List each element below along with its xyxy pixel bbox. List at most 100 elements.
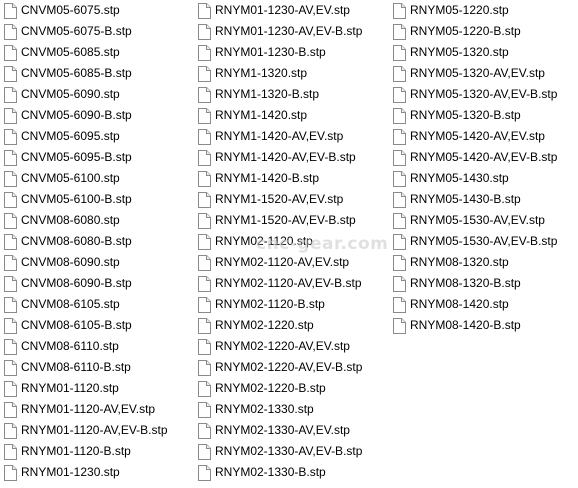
- file-name: RNYM02-1220.stp: [215, 318, 314, 332]
- file-item[interactable]: RNYM1-1420-B.stp: [198, 168, 362, 189]
- file-column-1: CNVM05-6075.stp CNVM05-6075-B.stp CNVM05-6…: [4, 0, 168, 483]
- file-name: RNYM02-1120-B.stp: [215, 297, 325, 311]
- file-item[interactable]: RNYM08-1320.stp: [393, 252, 557, 273]
- file-item[interactable]: RNYM1-1420-AV,EV-B.stp: [198, 147, 362, 168]
- file-name: RNYM05-1430-B.stp: [410, 192, 521, 206]
- file-item[interactable]: CNVM05-6085-B.stp: [4, 63, 168, 84]
- file-item[interactable]: CNVM05-6075-B.stp: [4, 21, 168, 42]
- file-item[interactable]: RNYM1-1420.stp: [198, 105, 362, 126]
- file-name: CNVM08-6080-B.stp: [21, 234, 132, 248]
- file-item[interactable]: CNVM08-6080-B.stp: [4, 231, 168, 252]
- file-item[interactable]: RNYM05-1320-AV,EV.stp: [393, 63, 557, 84]
- file-item[interactable]: RNYM05-1320-B.stp: [393, 105, 557, 126]
- file-item[interactable]: RNYM01-1120-AV,EV.stp: [4, 399, 168, 420]
- file-item[interactable]: CNVM05-6100-B.stp: [4, 189, 168, 210]
- file-item[interactable]: RNYM01-1230-AV,EV.stp: [198, 0, 362, 21]
- file-item[interactable]: RNYM05-1530-AV,EV.stp: [393, 210, 557, 231]
- file-icon: [4, 107, 17, 124]
- file-item[interactable]: RNYM02-1330-AV,EV-B.stp: [198, 441, 362, 462]
- file-icon: [393, 233, 406, 250]
- file-item[interactable]: RNYM01-1120.stp: [4, 378, 168, 399]
- file-item[interactable]: RNYM1-1320.stp: [198, 63, 362, 84]
- file-name: RNYM01-1120-AV,EV-B.stp: [21, 423, 168, 437]
- file-name: RNYM1-1420-AV,EV.stp: [215, 129, 344, 143]
- file-item[interactable]: RNYM05-1430.stp: [393, 168, 557, 189]
- file-item[interactable]: CNVM08-6105-B.stp: [4, 315, 168, 336]
- file-item[interactable]: CNVM08-6110.stp: [4, 336, 168, 357]
- file-item[interactable]: CNVM08-6105.stp: [4, 294, 168, 315]
- file-item[interactable]: RNYM02-1220-AV,EV-B.stp: [198, 357, 362, 378]
- file-item[interactable]: RNYM05-1220.stp: [393, 0, 557, 21]
- file-name: CNVM05-6100-B.stp: [21, 192, 132, 206]
- file-name: RNYM1-1420-AV,EV-B.stp: [215, 150, 356, 164]
- file-icon: [4, 23, 17, 40]
- file-item[interactable]: CNVM05-6085.stp: [4, 42, 168, 63]
- file-icon: [198, 464, 211, 481]
- file-icon: [4, 338, 17, 355]
- file-item[interactable]: RNYM08-1420.stp: [393, 294, 557, 315]
- file-item[interactable]: CNVM08-6080.stp: [4, 210, 168, 231]
- file-name: RNYM05-1320-B.stp: [410, 108, 521, 122]
- file-icon: [4, 233, 17, 250]
- file-item[interactable]: RNYM02-1330-B.stp: [198, 462, 362, 483]
- file-name: CNVM05-6100.stp: [21, 171, 120, 185]
- file-item[interactable]: CNVM05-6090-B.stp: [4, 105, 168, 126]
- file-name: RNYM05-1220-B.stp: [410, 24, 521, 38]
- file-item[interactable]: CNVM08-6110-B.stp: [4, 357, 168, 378]
- file-item[interactable]: RNYM05-1420-AV,EV.stp: [393, 126, 557, 147]
- file-item[interactable]: RNYM05-1420-AV,EV-B.stp: [393, 147, 557, 168]
- file-item[interactable]: RNYM08-1420-B.stp: [393, 315, 557, 336]
- file-item[interactable]: RNYM1-1320-B.stp: [198, 84, 362, 105]
- file-item[interactable]: RNYM05-1320-AV,EV-B.stp: [393, 84, 557, 105]
- file-item[interactable]: RNYM05-1320.stp: [393, 42, 557, 63]
- file-name: CNVM05-6075-B.stp: [21, 24, 132, 38]
- file-item[interactable]: RNYM1-1420-AV,EV.stp: [198, 126, 362, 147]
- file-name: CNVM08-6105.stp: [21, 297, 120, 311]
- file-name: RNYM08-1420-B.stp: [410, 318, 521, 332]
- file-item[interactable]: RNYM08-1320-B.stp: [393, 273, 557, 294]
- file-item[interactable]: CNVM08-6090-B.stp: [4, 273, 168, 294]
- file-icon: [4, 464, 17, 481]
- file-item[interactable]: CNVM08-6090.stp: [4, 252, 168, 273]
- file-name: RNYM02-1220-AV,EV-B.stp: [215, 360, 363, 374]
- file-item[interactable]: RNYM02-1120-AV,EV-B.stp: [198, 273, 362, 294]
- file-item[interactable]: RNYM02-1330.stp: [198, 399, 362, 420]
- file-icon: [4, 359, 17, 376]
- file-item[interactable]: RNYM01-1230-B.stp: [198, 42, 362, 63]
- file-item[interactable]: CNVM05-6095-B.stp: [4, 147, 168, 168]
- file-item[interactable]: RNYM1-1520-AV,EV-B.stp: [198, 210, 362, 231]
- file-item[interactable]: CNVM05-6100.stp: [4, 168, 168, 189]
- file-icon: [4, 317, 17, 334]
- file-item[interactable]: CNVM05-6090.stp: [4, 84, 168, 105]
- file-item[interactable]: RNYM02-1120-AV,EV.stp: [198, 252, 362, 273]
- file-name: CNVM08-6090.stp: [21, 255, 120, 269]
- file-item[interactable]: RNYM05-1220-B.stp: [393, 21, 557, 42]
- file-item[interactable]: RNYM1-1520-AV,EV.stp: [198, 189, 362, 210]
- file-item[interactable]: RNYM02-1220-AV,EV.stp: [198, 336, 362, 357]
- file-item[interactable]: RNYM01-1230.stp: [4, 462, 168, 483]
- file-item[interactable]: RNYM05-1430-B.stp: [393, 189, 557, 210]
- file-item[interactable]: RNYM01-1120-AV,EV-B.stp: [4, 420, 168, 441]
- file-item[interactable]: RNYM02-1120-B.stp: [198, 294, 362, 315]
- file-item[interactable]: RNYM05-1530-AV,EV-B.stp: [393, 231, 557, 252]
- file-item[interactable]: CNVM05-6095.stp: [4, 126, 168, 147]
- file-icon: [4, 65, 17, 82]
- file-column-3: RNYM05-1220.stp RNYM05-1220-B.stp RNYM05-1…: [393, 0, 557, 336]
- file-item[interactable]: RNYM02-1220-B.stp: [198, 378, 362, 399]
- file-item[interactable]: RNYM01-1120-B.stp: [4, 441, 168, 462]
- file-item[interactable]: RNYM02-1330-AV,EV.stp: [198, 420, 362, 441]
- file-icon: [4, 2, 17, 19]
- file-icon: [198, 338, 211, 355]
- file-name: RNYM05-1420-AV,EV.stp: [410, 129, 545, 143]
- file-icon: [198, 317, 211, 334]
- file-icon: [198, 275, 211, 292]
- file-item[interactable]: CNVM05-6075.stp: [4, 0, 168, 21]
- file-icon: [198, 359, 211, 376]
- file-item[interactable]: RNYM01-1230-AV,EV-B.stp: [198, 21, 362, 42]
- file-icon: [4, 191, 17, 208]
- file-item[interactable]: RNYM02-1220.stp: [198, 315, 362, 336]
- file-icon: [393, 170, 406, 187]
- file-icon: [198, 23, 211, 40]
- file-item[interactable]: RNYM02-1120.stp: [198, 231, 362, 252]
- file-name: RNYM05-1420-AV,EV-B.stp: [410, 150, 558, 164]
